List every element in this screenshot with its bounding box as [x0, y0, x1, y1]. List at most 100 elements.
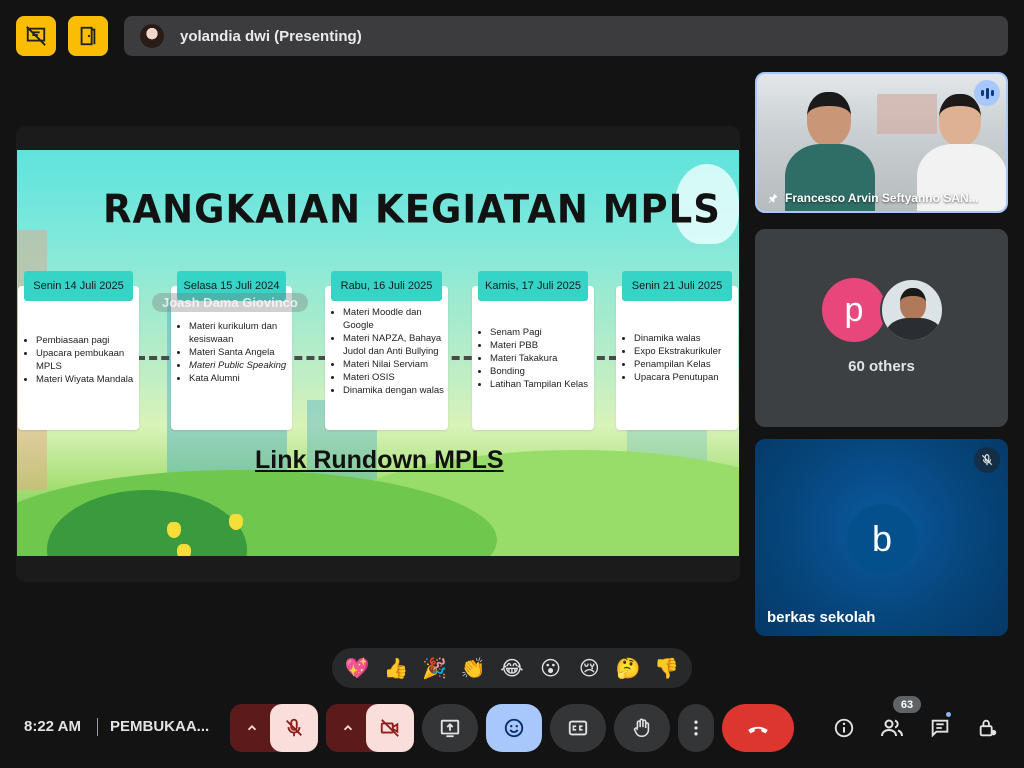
video-options-button[interactable]: [336, 716, 360, 740]
host-controls-button[interactable]: [16, 16, 56, 56]
people-button[interactable]: [876, 712, 908, 744]
presenter-name: yolandia dwi (Presenting): [180, 27, 362, 45]
chevron-up-icon: [343, 725, 353, 731]
participants-count-badge: 63: [893, 696, 921, 713]
day-date: Senin 14 Juli 2025: [24, 271, 133, 301]
reaction-thumbs-up[interactable]: 👍: [380, 652, 412, 684]
presenter-bar: yolandia dwi (Presenting): [124, 16, 1008, 56]
day-date: Rabu, 16 Juli 2025: [331, 271, 442, 301]
day-item: Materi NAPZA, Bahaya Judol dan Anti Bull…: [343, 332, 444, 358]
day-item: Latihan Tampilan Kelas: [490, 378, 590, 391]
rundown-link[interactable]: Link Rundown MPLS: [255, 446, 504, 475]
mic-toggle-button[interactable]: [270, 704, 318, 752]
day-date: Senin 21 Juli 2025: [622, 271, 732, 301]
bg-flower: [177, 544, 191, 556]
lock-person-icon: [979, 719, 997, 737]
present-screen-button[interactable]: [422, 704, 478, 752]
day-item: Kata Alumni: [189, 372, 288, 385]
closed-captions-icon: [568, 720, 588, 736]
divider: [97, 718, 98, 736]
bg-flower: [229, 514, 243, 530]
day-items: Dinamika walas Expo Ekstrakurikuler Pena…: [632, 332, 734, 384]
participant-video-tile[interactable]: Francesco Arvin Seftyanno SAN...: [755, 72, 1008, 213]
reaction-party-popper[interactable]: 🎉: [419, 652, 451, 684]
mic-off-icon: [974, 447, 1000, 473]
day-item: Penampilan Kelas: [634, 358, 734, 371]
present-to-all-icon: [440, 719, 460, 738]
avatar: [880, 278, 944, 342]
presenter-avatar: [140, 24, 164, 48]
leave-call-button[interactable]: [722, 704, 794, 752]
emoji-reactions-button[interactable]: [486, 704, 542, 752]
bg-flower: [167, 522, 181, 538]
reaction-sad[interactable]: 😢: [573, 652, 605, 684]
raise-hand-button[interactable]: [614, 704, 670, 752]
day-item: Senam Pagi: [490, 326, 590, 339]
mic-control-group: [230, 704, 318, 752]
captions-button[interactable]: [550, 704, 606, 752]
chevron-up-icon: [247, 725, 257, 731]
day-items: Materi Moodle dan Google Materi NAPZA, B…: [341, 306, 444, 397]
day-items: Materi kurikulum dan kesiswaan Materi Sa…: [187, 320, 288, 385]
day-item: Materi OSIS: [343, 371, 444, 384]
reaction-thinking[interactable]: 🤔: [612, 652, 644, 684]
presentation-off-icon: [26, 26, 46, 46]
participant-name: berkas sekolah: [767, 609, 876, 626]
participant-name: Francesco Arvin Seftyanno SAN...: [785, 191, 979, 205]
day-item: Materi Santa Angela: [189, 346, 288, 359]
chat-icon: [931, 719, 949, 738]
breakout-rooms-button[interactable]: [68, 16, 108, 56]
call-end-icon: [748, 726, 768, 734]
camera-toggle-button[interactable]: [366, 704, 414, 752]
reaction-thumbs-down[interactable]: 👎: [651, 652, 683, 684]
day-card: Rabu, 16 Juli 2025 Materi Moodle dan Goo…: [325, 271, 448, 430]
chat-notification-dot: [944, 710, 953, 719]
reaction-surprised[interactable]: 😮: [535, 652, 567, 684]
emoji-icon: [504, 718, 524, 738]
speaking-indicator-icon: [974, 80, 1000, 106]
audio-options-button[interactable]: [240, 716, 264, 740]
slide-title: RANGKAIAN KEGIATAN MPLS: [103, 186, 721, 233]
others-tile[interactable]: p 60 others: [755, 229, 1008, 427]
figure-head: [939, 94, 981, 146]
day-item: Bonding: [490, 365, 590, 378]
day-items: Senam Pagi Materi PBB Materi Takakura Bo…: [488, 326, 590, 391]
reactions-bar: 💖 👍 🎉 👏 😂 😮 😢 🤔 👎: [332, 648, 692, 688]
presentation-slide: RANGKAIAN KEGIATAN MPLS Senin 14 Juli 20…: [17, 150, 739, 556]
day-item: Materi Takakura: [490, 352, 590, 365]
mic-off-icon: [286, 718, 302, 737]
meeting-name[interactable]: PEMBUKAA...: [110, 718, 209, 735]
host-controls-side-button[interactable]: [972, 712, 1004, 744]
watermark-name: Joash Dama Giovinco: [152, 293, 308, 312]
day-items: Pembiasaan pagi Upacara pembukaan MPLS M…: [34, 334, 135, 386]
meeting-details-button[interactable]: [828, 712, 860, 744]
hand-icon: [633, 718, 650, 738]
avatar-body: [886, 318, 942, 340]
day-card: Kamis, 17 Juli 2025 Senam Pagi Materi PB…: [472, 271, 594, 430]
avatar-head: [900, 288, 926, 320]
day-item: Materi Moodle dan Google: [343, 306, 444, 332]
info-icon: [834, 718, 854, 738]
day-item: Materi Nilai Serviam: [343, 358, 444, 371]
day-item: Upacara pembukaan MPLS: [36, 347, 135, 373]
avatar: p: [822, 278, 886, 342]
participant-tile-berkas[interactable]: b berkas sekolah: [755, 439, 1008, 636]
presentation-tile[interactable]: RANGKAIAN KEGIATAN MPLS Senin 14 Juli 20…: [16, 126, 740, 582]
pin-icon: [768, 193, 778, 203]
people-icon: [881, 719, 903, 737]
more-options-button[interactable]: [678, 704, 714, 752]
day-card: Senin 14 Juli 2025 Pembiasaan pagi Upaca…: [18, 271, 139, 430]
reaction-sparkling-heart[interactable]: 💖: [341, 652, 373, 684]
avatar: b: [847, 504, 917, 574]
reaction-clapping[interactable]: 👏: [457, 652, 489, 684]
more-vert-icon: [694, 720, 698, 736]
reaction-laughing[interactable]: 😂: [496, 652, 528, 684]
day-item: Dinamika walas: [634, 332, 734, 345]
others-count-label: 60 others: [848, 358, 915, 375]
camera-off-icon: [380, 719, 399, 737]
camera-control-group: [326, 704, 414, 752]
day-item: Upacara Penutupan: [634, 371, 734, 384]
day-date: Kamis, 17 Juli 2025: [478, 271, 588, 301]
day-item: Expo Ekstrakurikuler: [634, 345, 734, 358]
clock: 8:22 AM: [24, 718, 81, 735]
